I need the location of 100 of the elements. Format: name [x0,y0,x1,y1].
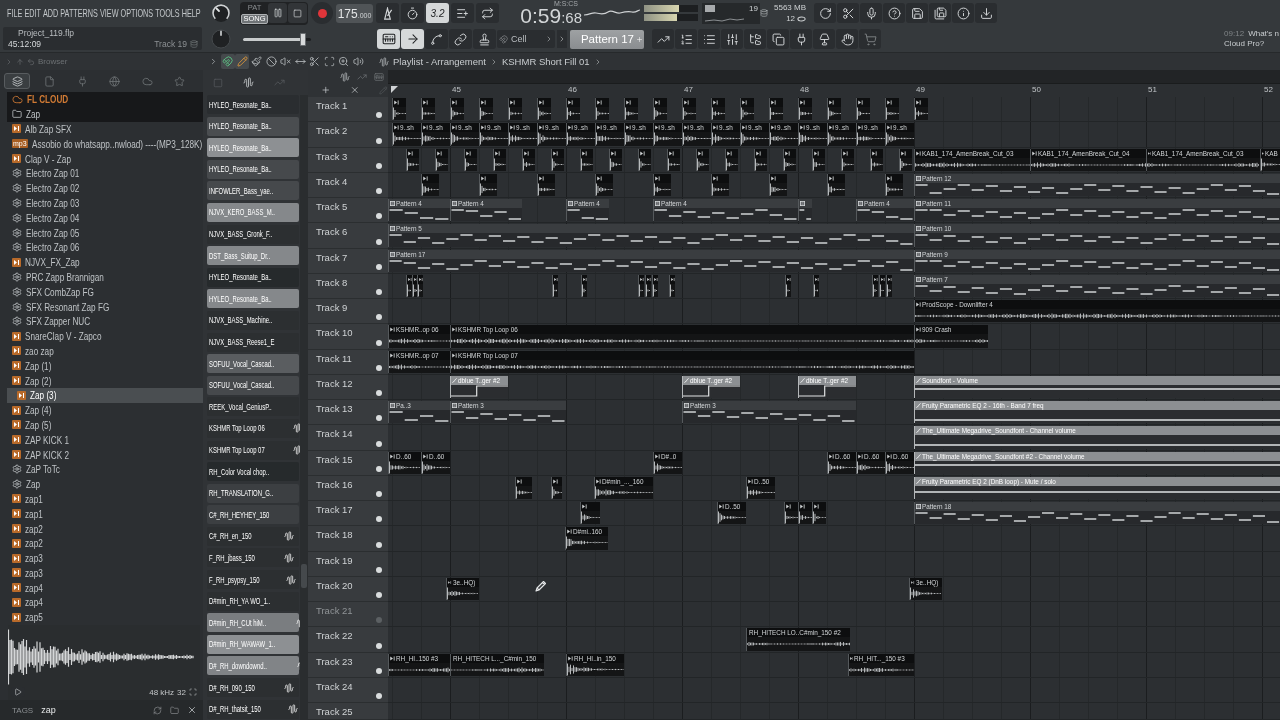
browser-item[interactable]: SFX Zapper NUC [7,313,203,329]
folder-tree-button[interactable] [744,29,766,49]
channel-button[interactable]: F_RH_psypsy_150 [207,570,299,590]
mute-toggle[interactable] [376,364,382,371]
breadcrumb-item[interactable]: Playlist - Arrangement [393,56,486,67]
mute-toggle[interactable] [376,112,382,119]
audio-clip[interactable] [580,148,594,171]
sliders-button[interactable] [721,29,743,49]
audio-clip[interactable] [420,98,435,121]
menu-item[interactable]: OPTIONS [120,7,154,19]
audio-clip[interactable] [768,173,788,196]
copy-button[interactable] [767,29,789,49]
channel-button[interactable]: HYLEO_Resonate_Ba.. [207,289,299,309]
audio-clip[interactable] [754,148,768,171]
mute-toggle[interactable] [376,213,382,220]
audio-clip[interactable] [913,98,928,121]
browser-item[interactable]: zap3 [7,550,203,566]
chart-line-button[interactable] [652,29,674,49]
mute-toggle[interactable] [376,263,382,270]
all-tab[interactable] [4,73,30,89]
track-lane[interactable] [388,677,1280,703]
track-name[interactable]: Track 20 [316,580,353,591]
audio-clip[interactable] [710,98,725,121]
audio-clip[interactable] [826,173,846,196]
browser-item[interactable]: ZAP KICK 2 [7,447,203,462]
audio-clip[interactable] [449,98,464,121]
browser-item[interactable]: zap4 [7,595,203,610]
channel-button[interactable]: SOFUU_Vocal_Cascad.. [207,354,299,374]
browser-item[interactable]: zap5 [7,609,203,625]
numbered-list-button[interactable] [675,29,697,49]
browser-item[interactable]: SFX CombZap FG [7,284,203,300]
audio-clip[interactable] [872,274,878,297]
browser-item[interactable]: zao zap [7,343,203,359]
countdown-button[interactable]: 3.2 [426,3,449,23]
audio-clip[interactable] [478,98,493,121]
browser-item[interactable]: Zap (5) [7,417,203,433]
mute-toggle[interactable] [376,541,382,548]
mute-toggle[interactable] [376,339,382,346]
list-button[interactable] [698,29,720,49]
track-lane[interactable] [388,551,1280,577]
channel-button[interactable]: D#min_RH_CUt hiM.. [207,613,299,633]
channel-button[interactable]: NJVX_BASS_Reese1_E [207,332,299,352]
mute-toggle[interactable] [376,289,382,295]
link-tool-button[interactable] [449,29,472,49]
arrow-tool-button[interactable] [401,29,424,49]
browser-item[interactable]: Electro Zap 05 [7,225,203,240]
channel-button[interactable]: D#_RH_090_150 [207,678,299,698]
audio-clip[interactable] [899,148,913,171]
stamp-tool-button[interactable] [473,29,496,49]
browser-item[interactable]: PRC Zapp Brannigan [7,269,203,285]
step-button[interactable] [451,3,474,23]
channel-button[interactable]: KSHMR Top Loop 06 [207,418,299,438]
track-name[interactable]: Track 25 [316,707,353,717]
audio-clip[interactable] [579,502,600,525]
audio-clip[interactable] [391,98,406,121]
audio-clip[interactable] [652,173,672,196]
browser-item[interactable]: Zap (1) [7,358,203,374]
audio-clip[interactable] [551,148,565,171]
channel-button[interactable]: HYLEO_Resonate_Ba.. [207,116,299,136]
select-tool-button[interactable] [322,54,336,69]
audio-clip[interactable] [870,148,884,171]
microphone-button[interactable] [860,3,883,23]
hand-button[interactable] [836,29,858,49]
channel-button[interactable]: HYLEO_Resonate_Ba.. [207,159,299,179]
track-name[interactable]: Track 21 [316,606,353,616]
knob[interactable] [211,3,231,23]
pause-button[interactable] [268,3,287,23]
track-name[interactable]: Track 17 [316,505,353,515]
audio-clip[interactable] [785,274,791,297]
channel-button[interactable]: D#min_RH_YA WO_1.. [207,591,299,611]
paint-tool-button[interactable] [249,54,264,69]
track-name[interactable]: Track 16 [316,479,353,490]
channel-button[interactable]: DST_Bass_Suitup_Dr.. [207,246,299,266]
mute-toggle[interactable] [376,617,382,624]
menu-item[interactable]: ADD [42,7,59,19]
plug-button[interactable] [790,29,812,49]
track-name[interactable]: Track 10 [316,328,353,339]
track-name[interactable]: Track 13 [316,404,353,414]
menu-item[interactable]: HELP [181,7,201,19]
loop-button[interactable] [476,3,499,23]
channel-button[interactable]: NJVX_BASS_Gronk_F.. [207,224,299,244]
browser-item[interactable]: SnareClap V - Zapco [7,328,203,344]
menu-item[interactable]: EDIT [24,7,41,19]
audio-clip[interactable] [594,173,614,196]
browser-item[interactable]: Electro Zap 06 [7,239,203,255]
track-name[interactable]: Track 2 [316,126,348,137]
browser-item[interactable]: Electro Zap 01 [7,166,203,181]
browser-item[interactable]: Alb Zap SFX [7,121,203,137]
track-name[interactable]: Track 6 [316,227,348,238]
news-headline[interactable]: Cloud Pro? [1224,39,1265,49]
browser-item[interactable]: zap4 [7,580,203,596]
audio-clip[interactable] [536,173,556,196]
menu-item[interactable]: TOOLS [155,7,180,19]
audio-clip[interactable] [581,274,587,297]
browser-item[interactable]: Zap [7,476,203,492]
audio-clip[interactable] [652,98,667,121]
channel-button[interactable]: NJVX_BASS_Machine.. [207,310,299,330]
audio-clip[interactable] [651,274,658,297]
audio-clip[interactable] [552,274,558,297]
mute-toggle[interactable] [376,440,382,447]
